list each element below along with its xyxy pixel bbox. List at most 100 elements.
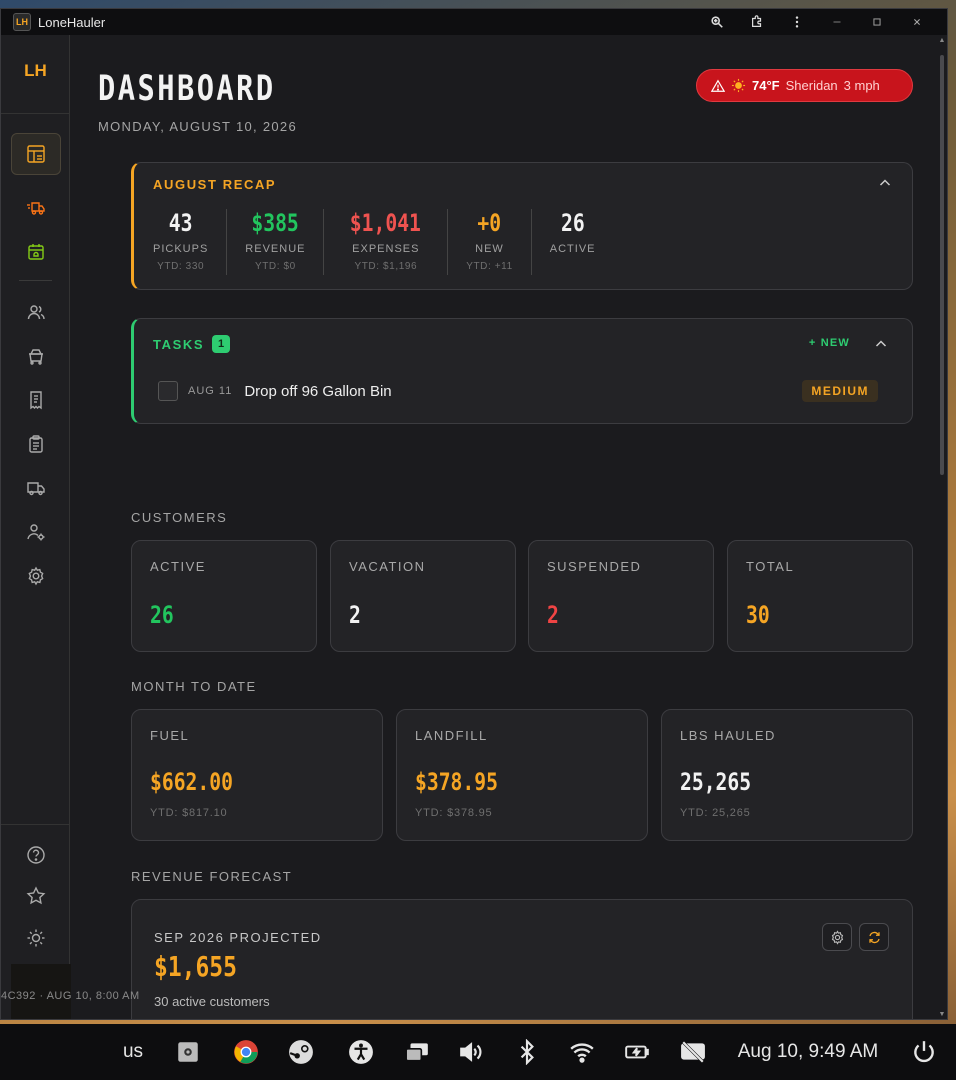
- task-checkbox[interactable]: [158, 381, 178, 401]
- sidebar-item-routes[interactable]: [11, 187, 61, 229]
- recap-stat-ytd: YTD: 330: [157, 261, 205, 272]
- recap-stat: +0 NEW YTD: +11: [448, 209, 532, 275]
- weather-alert-badge[interactable]: 74°F Sheridan 3 mph: [696, 69, 913, 102]
- scroll-thumb[interactable]: [940, 55, 944, 475]
- forecast-section-label: REVENUE FORECAST: [131, 869, 293, 884]
- forecast-subtext: 30 active customers: [154, 994, 270, 1009]
- customer-stat-label: ACTIVE: [150, 559, 206, 574]
- customer-stat-value: 30: [746, 601, 770, 629]
- new-task-button[interactable]: + NEW: [809, 337, 850, 349]
- sun-icon: [27, 929, 45, 947]
- customer-stat-label: SUSPENDED: [547, 559, 642, 574]
- build-info: 4C392 · AUG 10, 8:00 AM: [1, 990, 140, 1002]
- calendar-bell-icon: [28, 244, 44, 260]
- close-button[interactable]: [897, 9, 937, 35]
- extensions-icon[interactable]: [737, 9, 777, 35]
- mtd-stat-ytd: YTD: $817.10: [150, 807, 228, 819]
- wifi-icon[interactable]: [566, 1024, 598, 1080]
- weather-temp: 74°F: [752, 78, 780, 93]
- sidebar-item-dashboard[interactable]: [11, 133, 61, 175]
- customer-stat-card[interactable]: ACTIVE 26: [131, 540, 317, 652]
- receipt-icon: [30, 391, 42, 410]
- recap-stat-label: NEW: [475, 243, 504, 255]
- screen-share-off-icon[interactable]: [677, 1024, 709, 1080]
- recap-stat: 26 ACTIVE: [532, 209, 614, 275]
- mtd-stat-label: LBS HAULED: [680, 728, 776, 743]
- task-date: AUG 11: [188, 385, 233, 397]
- system-clock[interactable]: Aug 10, 9:49 AM: [733, 1024, 883, 1080]
- power-icon[interactable]: [908, 1024, 940, 1080]
- app-window: LH LoneHauler LH DASHBOARD MONDAY, AUGUS…: [0, 8, 948, 1020]
- scroll-down-arrow[interactable]: ▼: [938, 1011, 946, 1018]
- sidebar-item-schedule[interactable]: [11, 231, 61, 273]
- month-recap-card: AUGUST RECAP 43 PICKUPS YTD: 330 $385 REVENU…: [131, 162, 913, 290]
- sidebar-item-theme[interactable]: [11, 917, 61, 959]
- customer-stat-label: TOTAL: [746, 559, 795, 574]
- task-text[interactable]: Drop off 96 Gallon Bin: [244, 383, 391, 400]
- sidebar-item-invoices[interactable]: [11, 379, 61, 421]
- sidebar-item-reports[interactable]: [11, 423, 61, 465]
- forecast-projected-label: SEP 2026 PROJECTED: [154, 930, 322, 945]
- sidebar-logo[interactable]: LH: [1, 61, 70, 81]
- recap-stat-label: EXPENSES: [352, 243, 420, 255]
- forecast-settings-button[interactable]: [822, 923, 852, 951]
- recap-stat: $385 REVENUE YTD: $0: [227, 209, 325, 275]
- task-item: AUG 11 Drop off 96 Gallon Bin MEDIUM: [158, 380, 878, 402]
- sidebar-item-settings[interactable]: [11, 555, 61, 597]
- bluetooth-icon[interactable]: [513, 1024, 541, 1080]
- help-icon: [27, 846, 45, 864]
- sidebar-item-help[interactable]: [11, 834, 61, 876]
- mtd-stat-value: 25,265: [680, 768, 752, 796]
- sidebar-item-bins[interactable]: [11, 335, 61, 377]
- mtd-stat-card: LBS HAULED 25,265 YTD: 25,265: [661, 709, 913, 841]
- sidebar-divider: [19, 280, 52, 281]
- recap-stat-value: 43: [168, 209, 193, 237]
- customers-section-label: CUSTOMERS: [131, 510, 228, 525]
- recap-stat: 43 PICKUPS YTD: 330: [153, 209, 228, 275]
- battery-icon[interactable]: [620, 1024, 654, 1080]
- sidebar-divider: [1, 113, 70, 114]
- warning-icon: [711, 79, 725, 92]
- gear-icon: [28, 566, 44, 586]
- star-icon: [26, 886, 46, 905]
- zoom-icon[interactable]: [697, 9, 737, 35]
- keyboard-layout[interactable]: us: [118, 1024, 148, 1080]
- scroll-up-arrow[interactable]: ▲: [938, 37, 946, 44]
- chevron-up-icon[interactable]: [874, 337, 888, 351]
- customer-stat-card[interactable]: VACATION 2: [330, 540, 516, 652]
- chrome-icon[interactable]: [230, 1024, 262, 1080]
- mtd-stat-value: $378.95: [415, 768, 498, 796]
- chevron-up-icon[interactable]: [878, 176, 892, 190]
- recap-stat-value: $1,041: [350, 209, 422, 237]
- customer-stat-value: 2: [349, 601, 361, 629]
- window-switcher-icon[interactable]: [400, 1024, 434, 1080]
- app-icon: LH: [13, 13, 31, 31]
- more-menu-icon[interactable]: [777, 9, 817, 35]
- sidebar-item-favorites[interactable]: [11, 875, 61, 917]
- steam-icon[interactable]: [286, 1024, 316, 1080]
- revenue-forecast-card: SEP 2026 PROJECTED $1,655 30 active cust…: [131, 899, 913, 1019]
- dumpster-icon: [29, 349, 43, 365]
- sun-icon: [731, 78, 746, 93]
- truck-icon: [27, 482, 45, 496]
- minimize-button[interactable]: [817, 9, 857, 35]
- sidebar-divider: [1, 824, 70, 825]
- recap-title: AUGUST RECAP: [153, 177, 277, 192]
- accessibility-icon[interactable]: [345, 1024, 377, 1080]
- recap-stat-label: PICKUPS: [153, 243, 209, 255]
- maximize-button[interactable]: [857, 9, 897, 35]
- sidebar-item-fleet[interactable]: [11, 467, 61, 509]
- settings-app-icon[interactable]: [173, 1024, 203, 1080]
- mtd-stat-ytd: YTD: $378.95: [415, 807, 493, 819]
- customer-stat-value: 26: [150, 601, 174, 629]
- recap-stat-value: 26: [560, 209, 585, 237]
- sidebar-item-team[interactable]: [11, 511, 61, 553]
- sidebar-item-customers[interactable]: [11, 291, 61, 333]
- customer-stat-card[interactable]: TOTAL 30: [727, 540, 913, 652]
- volume-icon[interactable]: [455, 1024, 487, 1080]
- recap-stat-value: +0: [477, 209, 502, 237]
- forecast-refresh-button[interactable]: [859, 923, 889, 951]
- scrollbar[interactable]: ▲ ▼: [937, 35, 947, 1019]
- customer-stat-card[interactable]: SUSPENDED 2: [528, 540, 714, 652]
- recap-stats: 43 PICKUPS YTD: 330 $385 REVENUE YTD: $0 $1,04…: [153, 209, 614, 275]
